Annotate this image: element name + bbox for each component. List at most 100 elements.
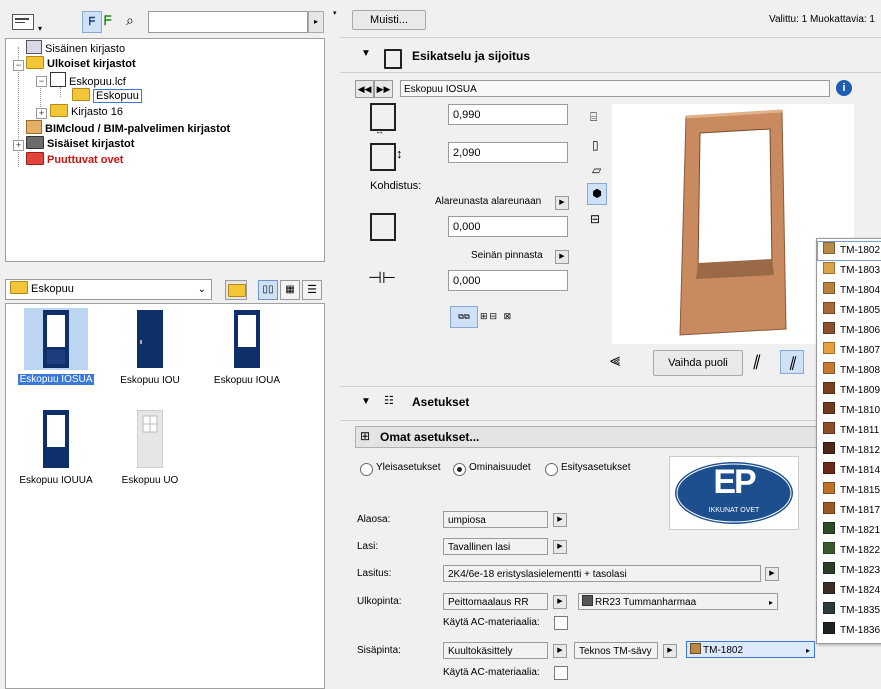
lasitus-arrow[interactable]: ▶ <box>765 567 779 581</box>
lasi-arrow[interactable]: ▶ <box>553 540 567 554</box>
section-view-icon[interactable]: ▯ <box>592 138 599 152</box>
sisapinta-color-select[interactable]: TM-1802 ▸ <box>686 641 815 658</box>
tree-item-missing-doors[interactable]: Puuttuvat ovet <box>26 152 123 168</box>
collapse-preview-toggle[interactable]: ▼ <box>361 48 371 59</box>
mirror-right-button[interactable]: ∥ <box>780 350 804 374</box>
thumbnail-eskopuu-uo[interactable]: Eskopuu UO <box>107 408 193 486</box>
flip-side-button[interactable]: Vaihda puoli <box>653 350 743 376</box>
mirror-left-icon[interactable]: ∥ <box>752 352 760 370</box>
width-input[interactable]: 0,990 <box>448 104 568 125</box>
info-icon[interactable]: i <box>836 80 852 96</box>
wall-offset-input[interactable]: 0,000 <box>448 270 568 291</box>
color-swatch <box>823 462 835 474</box>
color-option[interactable]: TM-1814 <box>817 461 881 481</box>
expand-toggle[interactable]: + <box>36 108 47 119</box>
color-option[interactable]: TM-1803 <box>817 261 881 281</box>
color-option[interactable]: TM-1806 <box>817 321 881 341</box>
color-option[interactable]: TM-1810 <box>817 401 881 421</box>
search-icon[interactable]: ⌕ <box>126 12 134 29</box>
list-view-button[interactable]: ☰ <box>302 280 322 300</box>
color-option[interactable]: TM-1802 <box>817 241 881 261</box>
detail-view-icon[interactable]: ⊟ <box>590 212 600 226</box>
color-option[interactable]: TM-1824 <box>817 581 881 601</box>
color-option[interactable]: TM-1804 <box>817 281 881 301</box>
height-input[interactable]: 2,090 <box>448 142 568 163</box>
filter-blue-icon[interactable]: ᖴ <box>82 11 102 33</box>
color-swatch <box>823 562 835 574</box>
thumbnail-eskopuu-iouua[interactable]: Eskopuu IOUUA <box>13 408 99 486</box>
search-options-button[interactable]: ▸ <box>308 11 324 33</box>
color-option[interactable]: TM-1805 <box>817 301 881 321</box>
placement-option-icons[interactable]: ⊞⊟ ⊠ <box>480 311 513 322</box>
panel-splitter[interactable]: ▾ <box>330 0 340 687</box>
color-option[interactable]: TM-1809 <box>817 381 881 401</box>
sisapinta-select[interactable]: Kuultokäsittely <box>443 642 548 659</box>
color-option[interactable]: TM-1817 <box>817 501 881 521</box>
sisapinta-type-select[interactable]: Teknos TM-sävy <box>574 642 658 659</box>
collapse-toggle[interactable]: − <box>36 76 47 87</box>
use-ac-checkbox-2[interactable] <box>554 666 568 680</box>
wall-option-button[interactable]: ▶ <box>555 250 569 264</box>
placement-buttons[interactable]: ⧉⧉ <box>450 306 478 328</box>
previous-object-button[interactable]: ◀◀ <box>355 80 374 98</box>
color-option[interactable]: TM-1823 <box>817 561 881 581</box>
collapse-settings-toggle[interactable]: ▼ <box>361 396 371 407</box>
radio-presentation[interactable] <box>545 463 558 476</box>
color-option-label: TM-1803 <box>840 265 881 276</box>
ulkopinta-select[interactable]: Peittomaalaus RR <box>443 593 548 610</box>
search-input[interactable] <box>148 11 308 33</box>
collapse-toggle[interactable]: − <box>13 60 24 71</box>
view-menu-icon[interactable] <box>12 14 34 30</box>
dropdown-small-icon[interactable]: ▾ <box>38 24 42 33</box>
lasi-select[interactable]: Tavallinen lasi <box>443 538 548 555</box>
thumbnail-eskopuu-iou[interactable]: Eskopuu IOU <box>107 308 193 386</box>
radio-properties[interactable] <box>453 463 466 476</box>
next-object-button[interactable]: ▶▶ <box>374 80 393 98</box>
color-option-label: TM-1804 <box>840 285 881 296</box>
tree-item-lcf-file[interactable]: Eskopuu.lcf <box>50 72 126 88</box>
tree-item-bimcloud[interactable]: BIMcloud / BIM-palvelimen kirjastot <box>26 120 230 136</box>
3d-view-button[interactable]: ⬢ <box>587 183 607 205</box>
muisti-button[interactable]: Muisti... <box>352 10 426 30</box>
folder-dropdown[interactable]: Eskopuu ⌄ <box>5 279 212 300</box>
ulkopinta-color-select[interactable]: RR23 Tummanharmaa ▸ <box>578 593 778 610</box>
color-option[interactable]: TM-1812 <box>817 441 881 461</box>
tree-item-external-libraries[interactable]: Ulkoiset kirjastot <box>26 56 136 72</box>
tree-item-internal-library[interactable]: Sisäinen kirjasto <box>26 40 125 56</box>
expand-toggle[interactable]: + <box>13 140 24 151</box>
color-option[interactable]: TM-1807 <box>817 341 881 361</box>
folder-icon <box>50 104 68 117</box>
tree-item-eskopuu-folder[interactable]: Eskopuu <box>72 88 142 104</box>
color-option[interactable]: TM-1815 <box>817 481 881 501</box>
alaosa-select[interactable]: umpiosa <box>443 511 548 528</box>
radio-general[interactable] <box>360 463 373 476</box>
elevation-view-icon[interactable]: ▱ <box>592 163 601 177</box>
sisapinta-arrow[interactable]: ▶ <box>553 644 567 658</box>
grid-view-button[interactable]: ▦ <box>280 280 300 300</box>
large-icons-view-button[interactable]: ▯▯ <box>258 280 278 300</box>
color-option[interactable]: TM-1811 <box>817 421 881 441</box>
door-preview-image <box>679 109 787 336</box>
lasitus-select[interactable]: 2K4/6e-18 eristyslasielementti + tasolas… <box>443 565 761 582</box>
folder-up-button[interactable] <box>225 280 247 300</box>
color-option[interactable]: TM-1836 <box>817 621 881 641</box>
alaosa-arrow[interactable]: ▶ <box>553 513 567 527</box>
filter-green-icon[interactable]: ᖴ <box>104 13 112 29</box>
sisapinta-type-arrow[interactable]: ▶ <box>663 644 677 658</box>
color-option[interactable]: TM-1821 <box>817 521 881 541</box>
plan-view-icon[interactable]: ⌸ <box>590 110 597 125</box>
color-option[interactable]: TM-1835 <box>817 601 881 621</box>
tree-item-kirjasto-16[interactable]: Kirjasto 16 <box>50 104 123 120</box>
use-ac-checkbox-1[interactable] <box>554 616 568 630</box>
anchor-option-button[interactable]: ▶ <box>555 196 569 210</box>
anchor-input[interactable]: 0,000 <box>448 216 568 237</box>
ulkopinta-arrow[interactable]: ▶ <box>553 595 567 609</box>
own-settings-bar[interactable]: ⊞ Omat asetukset... <box>355 426 835 448</box>
thumbnail-eskopuu-ioua[interactable]: Eskopuu IOUA <box>204 308 290 386</box>
object-name-field[interactable]: Eskopuu IOSUA <box>400 80 830 97</box>
color-option[interactable]: TM-1808 <box>817 361 881 381</box>
color-swatch <box>823 522 835 534</box>
tree-item-builtin-libraries[interactable]: Sisäiset kirjastot <box>26 136 134 152</box>
thumbnail-eskopuu-iosua[interactable]: Eskopuu IOSUA <box>13 308 99 385</box>
color-option[interactable]: TM-1822 <box>817 541 881 561</box>
